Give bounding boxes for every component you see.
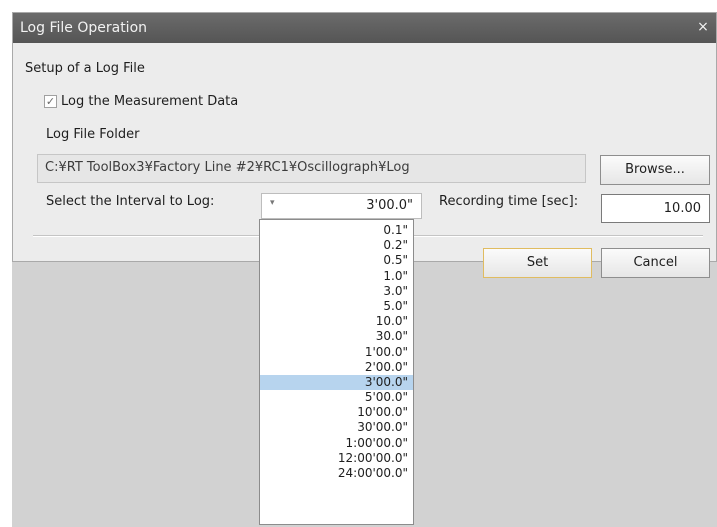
log-measurement-label[interactable]: Log the Measurement Data [61, 94, 238, 109]
interval-label: Select the Interval to Log: [46, 194, 215, 209]
interval-option[interactable]: 0.5" [260, 253, 413, 268]
interval-option[interactable]: 0.1" [260, 223, 413, 238]
interval-option[interactable]: 1:00'00.0" [260, 436, 413, 451]
interval-option[interactable]: 3'00.0" [260, 374, 413, 391]
interval-select[interactable]: ▾ 3'00.0" [261, 193, 422, 219]
interval-option[interactable]: 3.0" [260, 284, 413, 299]
interval-selected-value: 3'00.0" [366, 198, 413, 213]
interval-dropdown-list[interactable]: 0.1" 0.2" 0.5" 1.0" 3.0" 5.0" 10.0" 30.0… [259, 219, 414, 525]
interval-option[interactable]: 30'00.0" [260, 420, 413, 435]
log-measurement-checkbox[interactable]: ✓ [44, 95, 57, 108]
interval-option[interactable]: 10'00.0" [260, 405, 413, 420]
interval-option[interactable]: 10.0" [260, 314, 413, 329]
log-folder-label: Log File Folder [46, 127, 140, 142]
interval-option[interactable]: 24:00'00.0" [260, 466, 413, 481]
recording-time-input[interactable] [601, 194, 710, 223]
interval-option[interactable]: 12:00'00.0" [260, 451, 413, 466]
setup-heading: Setup of a Log File [25, 61, 145, 76]
interval-option[interactable]: 2'00.0" [260, 360, 413, 375]
set-button[interactable]: Set [483, 248, 592, 278]
interval-option[interactable]: 1'00.0" [260, 345, 413, 360]
dialog-title: Log File Operation [20, 20, 148, 36]
log-folder-path-field: C:¥RT ToolBox3¥Factory Line #2¥RC1¥Oscil… [37, 154, 586, 183]
interval-option[interactable]: 1.0" [260, 269, 413, 284]
dialog-titlebar[interactable]: Log File Operation × [13, 13, 716, 43]
browse-button[interactable]: Browse... [600, 155, 710, 185]
interval-option[interactable]: 5'00.0" [260, 390, 413, 405]
cancel-button[interactable]: Cancel [601, 248, 710, 278]
interval-option[interactable]: 0.2" [260, 238, 413, 253]
interval-option[interactable]: 5.0" [260, 299, 413, 314]
interval-option[interactable]: 30.0" [260, 329, 413, 344]
close-icon[interactable]: × [694, 18, 712, 36]
recording-time-label: Recording time [sec]: [439, 194, 579, 209]
chevron-down-icon[interactable]: ▾ [270, 198, 275, 208]
